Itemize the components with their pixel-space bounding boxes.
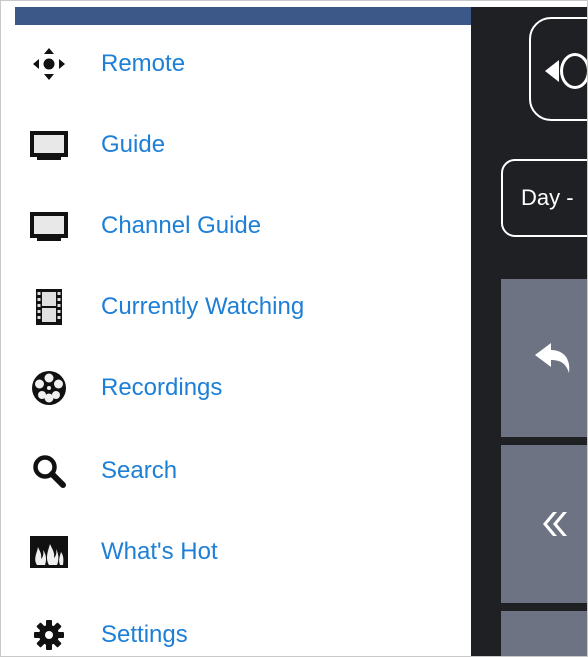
menu-item-label: Currently Watching: [101, 293, 305, 320]
app-frame: Day - Remote Guide Channel Guide Current…: [0, 0, 588, 657]
menu-item-remote[interactable]: Remote: [15, 34, 471, 94]
flames-icon: [25, 532, 73, 572]
menu-item-recordings[interactable]: Recordings: [15, 358, 471, 418]
menu-item-label: Search: [101, 457, 178, 484]
menu-item-label: Recordings: [101, 374, 223, 401]
menu-item-currently-watching[interactable]: Currently Watching: [15, 277, 471, 337]
panel-button[interactable]: [501, 611, 587, 656]
menu-item-label: Remote: [101, 50, 186, 77]
menu-item-settings[interactable]: Settings: [15, 605, 471, 656]
back-button[interactable]: [501, 279, 587, 437]
rewind-button[interactable]: [501, 445, 587, 603]
remote-dpad-icon: [25, 44, 73, 84]
search-icon: [25, 451, 73, 491]
menu-item-label: What's Hot: [101, 538, 218, 565]
remote-panel: Day -: [471, 7, 587, 656]
day-selector-label: Day -: [521, 185, 574, 210]
drawer-header-bar: [15, 7, 471, 25]
previous-button[interactable]: [529, 17, 587, 121]
menu-item-channel-guide[interactable]: Channel Guide: [15, 196, 471, 256]
ring-icon: [560, 53, 587, 89]
tv-icon: [25, 206, 73, 246]
tv-icon: [25, 125, 73, 165]
menu-item-label: Channel Guide: [101, 212, 262, 239]
back-triangle-icon: [545, 60, 559, 82]
film-strip-icon: [25, 287, 73, 327]
menu-item-search[interactable]: Search: [15, 441, 471, 501]
rewind-icon: [543, 512, 567, 536]
back-arrow-icon: [535, 343, 570, 373]
menu-item-whats-hot[interactable]: What's Hot: [15, 522, 471, 582]
menu-item-guide[interactable]: Guide: [15, 115, 471, 175]
menu-item-label: Guide: [101, 131, 166, 158]
navigation-drawer: Remote Guide Channel Guide Currently Wat…: [15, 7, 471, 656]
gear-icon: [25, 615, 73, 655]
day-selector-button[interactable]: Day -: [501, 159, 587, 237]
menu-item-label: Settings: [101, 621, 188, 648]
film-reel-icon: [25, 368, 73, 408]
